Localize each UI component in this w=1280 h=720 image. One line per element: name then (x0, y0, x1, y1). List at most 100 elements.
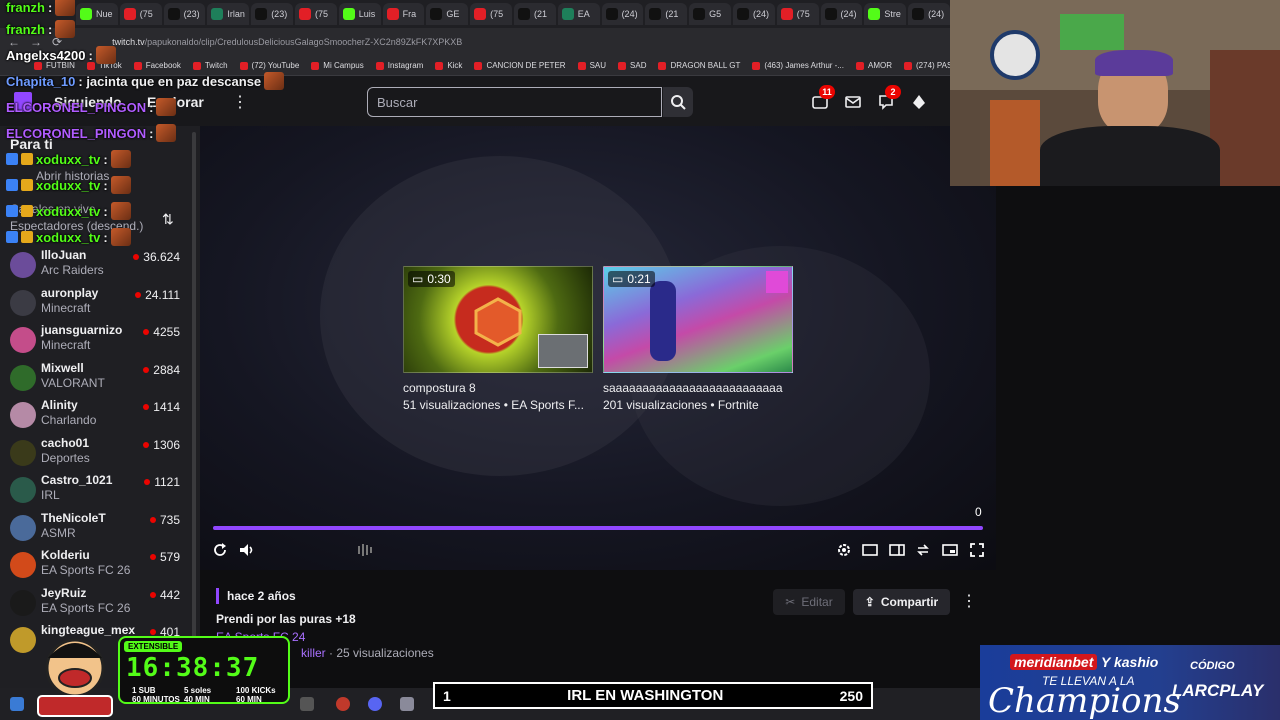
recommended-title[interactable]: saaaaaaaaaaaaaaaaaaaaaaaaaa (603, 381, 793, 395)
clipper-link[interactable]: killer (301, 646, 326, 660)
bookmark-favicon-icon (904, 61, 913, 70)
taskbar-app-icon[interactable] (400, 697, 414, 711)
clip-accent-bar (216, 588, 219, 604)
address-bar: ← → ⟳ twitch.tv/papukonaldo/clip/Credulo… (0, 28, 950, 56)
bookmark-item[interactable]: (274) PAS (904, 61, 950, 70)
bookmark-favicon-icon (375, 61, 384, 70)
channel-avatar (10, 252, 36, 278)
channel-avatar (10, 589, 36, 616)
bookmark-item[interactable]: DRAGON BALL GT (658, 61, 740, 70)
url-field[interactable]: twitch.tv/papukonaldo/clip/CredulousDeli… (112, 37, 462, 47)
channel-item[interactable]: Castro_1021 IRL 1121 (8, 473, 184, 507)
browser-tab[interactable]: (21 (645, 3, 688, 25)
volume-icon[interactable] (238, 541, 256, 559)
viewer-count: 735 (159, 512, 180, 527)
channel-item[interactable]: JeyRuiz EA Sports FC 26 442 (8, 586, 184, 620)
more-menu-icon[interactable]: ⋮ (232, 92, 248, 112)
fullscreen-icon[interactable] (968, 541, 986, 559)
bookmark-favicon-icon (618, 61, 627, 70)
channel-item[interactable]: TheNicoleT ASMR 735 (8, 511, 184, 545)
browser-tab[interactable]: Nue (76, 3, 118, 25)
channel-item[interactable]: IlloJuan Arc Raiders 36.624 (8, 248, 184, 282)
replay-icon[interactable] (211, 541, 229, 559)
search-input[interactable]: Buscar (367, 87, 662, 117)
channel-item[interactable]: cacho01 Deportes 1306 (8, 436, 184, 470)
bookmark-item[interactable]: CANCION DE PETER (474, 61, 566, 70)
bits-icon[interactable] (910, 93, 928, 111)
bookmark-item[interactable]: (72) YouTube (239, 61, 299, 70)
picture-in-picture-icon[interactable] (941, 541, 959, 559)
channel-avatar (10, 364, 36, 391)
recommended-title[interactable]: compostura 8 (403, 381, 593, 395)
browser-tab[interactable]: GE (426, 3, 469, 25)
channel-item[interactable]: Mixwell VALORANT 2884 (8, 361, 184, 395)
inbox-icon[interactable] (844, 93, 862, 111)
browser-tab[interactable]: Irlan (207, 3, 250, 25)
bookmark-favicon-icon (133, 61, 142, 70)
recommended-clip-1[interactable]: ▭ 0:30 compostura 8 51 visualizaciones • … (403, 266, 593, 412)
browser-tab[interactable]: G5 (689, 3, 731, 25)
bookmark-item[interactable]: AMOR (856, 61, 892, 70)
browser-tab[interactable]: Fra (382, 3, 425, 25)
browser-tab[interactable]: (24) (732, 3, 775, 25)
sort-icon[interactable]: ⇅ (162, 211, 174, 228)
chat-username: xoduxx_tv (36, 203, 101, 219)
channel-item[interactable]: Kolderiu EA Sports FC 26 579 (8, 548, 184, 582)
browser-tab[interactable]: (24) (601, 3, 644, 25)
share-button[interactable]: ⇪ Compartir (853, 589, 950, 615)
whispers-icon[interactable]: 2 (877, 85, 901, 111)
bookmark-item[interactable]: SAU (577, 61, 606, 70)
taskbar-chrome-icon[interactable] (336, 697, 350, 711)
taskbar-discord-icon[interactable] (368, 697, 382, 711)
recommended-clip-2[interactable]: ▭ 0:21 saaaaaaaaaaaaaaaaaaaaaaaaaa 201 vi… (603, 266, 793, 412)
browser-tab[interactable]: (24) (820, 3, 863, 25)
chat-text: : (103, 177, 108, 193)
sidebar-scrollbar[interactable] (192, 132, 196, 662)
more-options-icon[interactable]: ⋮ (961, 591, 977, 611)
browser-tab[interactable]: (75 (119, 3, 162, 25)
bookmark-label: Mi Campus (323, 61, 364, 70)
sponsor-banner: meridianbet Y kashio TE LLEVAN A LA Cham… (980, 645, 1280, 720)
channel-item[interactable]: auronplay Minecraft 24.111 (8, 286, 184, 320)
settings-gear-icon[interactable] (835, 541, 853, 559)
edit-button[interactable]: ✂ Editar (773, 589, 845, 615)
theatre-mode-icon[interactable] (861, 541, 879, 559)
browser-tab[interactable]: (21 (513, 3, 556, 25)
tab-label: (24) (752, 9, 769, 19)
recommended-thumbnail[interactable]: ▭ 0:21 (603, 266, 793, 373)
taskbar-app-icon[interactable] (300, 697, 314, 711)
progress-bar[interactable] (213, 526, 983, 530)
video-player[interactable] (200, 126, 996, 570)
sponsor-champions: Champions (988, 681, 1181, 720)
search-button[interactable] (663, 87, 693, 117)
bookmark-item[interactable]: Twitch (192, 61, 228, 70)
chat-text: : (149, 125, 154, 141)
bookmark-item[interactable]: Kick (435, 61, 462, 70)
recommended-thumbnail[interactable]: ▭ 0:30 (403, 266, 593, 373)
channel-item[interactable]: juansguarnizo Minecraft 4255 (8, 323, 184, 357)
bookmark-item[interactable]: Mi Campus (311, 61, 364, 70)
tab-favicon-icon (824, 8, 837, 20)
bookmark-item[interactable]: Instagram (375, 61, 423, 70)
sidebar-toggle-icon[interactable] (888, 541, 906, 559)
timer-rule-b: 60 MINUTOS (132, 695, 180, 704)
rotate-video-icon[interactable] (914, 541, 932, 559)
volume-slider[interactable] (356, 541, 374, 559)
chat-text: : (103, 151, 108, 167)
browser-tab[interactable]: (75 (470, 3, 512, 25)
bookmark-item[interactable]: Facebook (133, 61, 181, 70)
browser-tab[interactable]: (75 (776, 3, 819, 25)
bookmark-item[interactable]: SAD (618, 61, 646, 70)
bookmark-item[interactable]: (463) James Arthur -... (752, 61, 844, 70)
browser-tab[interactable]: (23) (163, 3, 206, 25)
browser-tab[interactable]: Stre (864, 3, 907, 25)
browser-tab[interactable]: (23) (251, 3, 293, 25)
browser-tab[interactable]: (24) (908, 3, 950, 25)
browser-tab[interactable]: EA (557, 3, 600, 25)
notifications-icon[interactable]: 11 (811, 85, 835, 111)
windows-start-icon[interactable] (10, 697, 24, 711)
browser-tab[interactable]: (75 (294, 3, 337, 25)
browser-tab[interactable]: Luis (338, 3, 381, 25)
channel-item[interactable]: Alinity Charlando 1414 (8, 398, 184, 432)
live-dot-icon (143, 441, 150, 448)
